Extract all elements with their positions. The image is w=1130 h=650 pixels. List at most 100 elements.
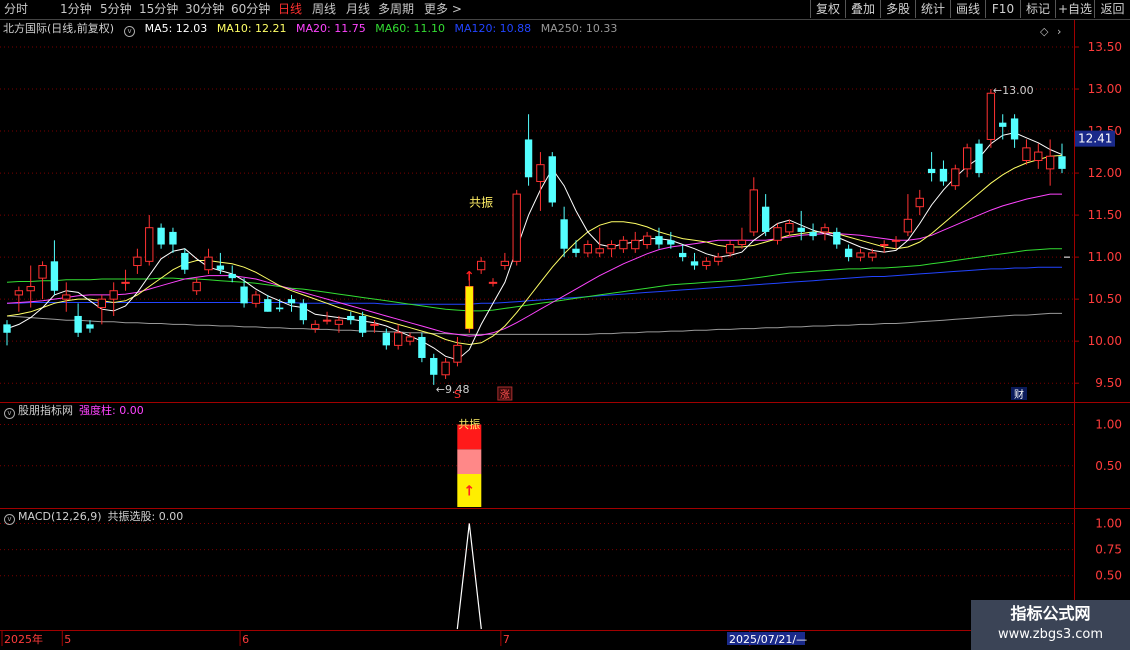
ma60-legend: MA60: 11.10: [375, 22, 445, 35]
y-tick-label: 10.50: [1088, 292, 1122, 306]
candle-body-up: [749, 189, 758, 233]
candle-body-up: [891, 239, 901, 242]
candle-body-up: [915, 197, 924, 208]
candle-body-down: [3, 324, 11, 333]
candle-body-up: [370, 323, 379, 326]
candle-body-down: [572, 248, 580, 253]
candle-body-up: [334, 319, 344, 325]
chevron-down-icon[interactable]: v: [4, 408, 15, 419]
candle-body-down: [275, 307, 284, 310]
candle-body-up: [607, 244, 616, 250]
candle-body-down: [939, 168, 948, 182]
candle-body-down: [157, 227, 165, 245]
diamond-icon: ◇: [1040, 25, 1049, 38]
panel-divider: [0, 402, 1130, 403]
candle-body-up: [251, 294, 261, 304]
indicator1-legend: v 股朋指标网 强度柱: 0.00: [0, 403, 144, 419]
candle-body-down: [299, 303, 308, 321]
candle-body-down: [418, 336, 426, 358]
candle-body-down: [430, 357, 438, 375]
y-tick-label: 0.50: [1095, 569, 1122, 583]
candle-body-up: [62, 294, 71, 300]
ma-line-ma60: [6, 248, 1062, 312]
candle-body-down: [1010, 118, 1019, 140]
y-tick-label: 9.50: [1095, 376, 1122, 390]
candle-body-up: [820, 227, 830, 233]
low-price-label: ←9.48: [436, 383, 470, 396]
candle-body-up: [453, 344, 462, 363]
candle-body-up: [986, 92, 996, 140]
candle-body-up: [109, 290, 118, 300]
y-tick-label: 10.00: [1088, 334, 1122, 348]
candle-body-up: [14, 290, 24, 296]
strength-bar-segment: [457, 449, 482, 474]
candle-body-down: [50, 261, 59, 291]
y-tick-label: 11.00: [1088, 250, 1122, 264]
candle-body-up: [97, 298, 107, 309]
ma-line-ma5: [6, 132, 1063, 361]
ma10-legend: MA10: 12.21: [216, 22, 287, 35]
time-label: 7: [503, 633, 510, 646]
ma5-legend: MA5: 12.03: [144, 22, 208, 35]
signal-candle: [465, 286, 473, 329]
candle-body-down: [228, 273, 236, 279]
candle-body-down: [287, 299, 296, 304]
candle-body-up: [595, 248, 604, 254]
candle-body-up: [903, 218, 913, 233]
time-label: 2025年: [4, 632, 43, 646]
kline-chart[interactable]: 9.5010.0010.5011.0011.5012.0012.5013.001…: [0, 0, 1130, 650]
candle-body-down: [809, 231, 817, 237]
candle-body-down: [678, 252, 687, 258]
candle-body-down: [999, 122, 1007, 127]
candle-body-down: [524, 139, 533, 178]
candle-body-down: [844, 248, 853, 258]
candle-body-down: [169, 231, 177, 245]
y-tick-label: 1.00: [1095, 418, 1122, 432]
candle-body-up: [322, 319, 332, 322]
up-arrow-icon: ↑: [463, 484, 475, 500]
candle-body-down: [560, 219, 568, 249]
s-marker: S: [454, 388, 461, 401]
indicator2-legend: v MACD(12,26,9) 共振选股: 0.00: [0, 509, 183, 525]
gongzhen-sub-label: 共振: [458, 417, 480, 431]
high-price-label: ←13.00: [993, 84, 1034, 97]
y-tick-label: 0.50: [1095, 459, 1122, 473]
zhang-marker: 涨: [500, 389, 510, 401]
candle-body-up: [192, 281, 201, 292]
candle-body-down: [86, 324, 94, 329]
candle-body-up: [631, 239, 640, 250]
candle-body-up: [38, 265, 47, 279]
candle-body-up: [583, 244, 593, 254]
candle-body-down: [74, 315, 82, 333]
y-axis-border: [1074, 20, 1075, 630]
price-tag: 12.41: [1078, 132, 1112, 146]
candle-body-down: [667, 240, 675, 245]
main-chart-legend: 北方国际(日线,前复权) v MA5: 12.03 MA10: 12.21 MA2…: [0, 21, 623, 37]
candle-body-down: [382, 332, 391, 346]
indicator2-title: MACD(12,26,9): [18, 510, 102, 523]
ma-line-ma120: [7, 266, 1062, 305]
candle-body-down: [761, 206, 770, 232]
gongzhen-label: 共振: [469, 196, 493, 210]
candle-body-up: [512, 193, 521, 262]
candle-body-down: [655, 236, 663, 245]
ma-line-ma250: [6, 312, 1062, 335]
candle-body-up: [441, 361, 450, 376]
candle-body-down: [927, 168, 936, 174]
candle-body-down: [347, 315, 355, 321]
candle-body-up: [880, 244, 889, 247]
candle-body-down: [548, 156, 556, 203]
chevron-down-icon[interactable]: v: [4, 514, 15, 525]
candle-body-up: [133, 256, 142, 267]
candle-body-down: [264, 299, 272, 312]
candle-body-up: [951, 168, 960, 187]
candle-body-down: [690, 261, 699, 266]
candle-body-up: [1034, 151, 1043, 161]
chevron-right-icon: ›: [1057, 25, 1061, 38]
watermark-url: www.zbgs3.com: [997, 627, 1104, 642]
stock-title: 北方国际(日线,前复权): [3, 22, 115, 35]
candle-body-up: [311, 323, 320, 330]
ma120-legend: MA120: 10.88: [454, 22, 532, 35]
candle-body-up: [121, 281, 130, 284]
chevron-down-icon[interactable]: v: [124, 26, 136, 37]
